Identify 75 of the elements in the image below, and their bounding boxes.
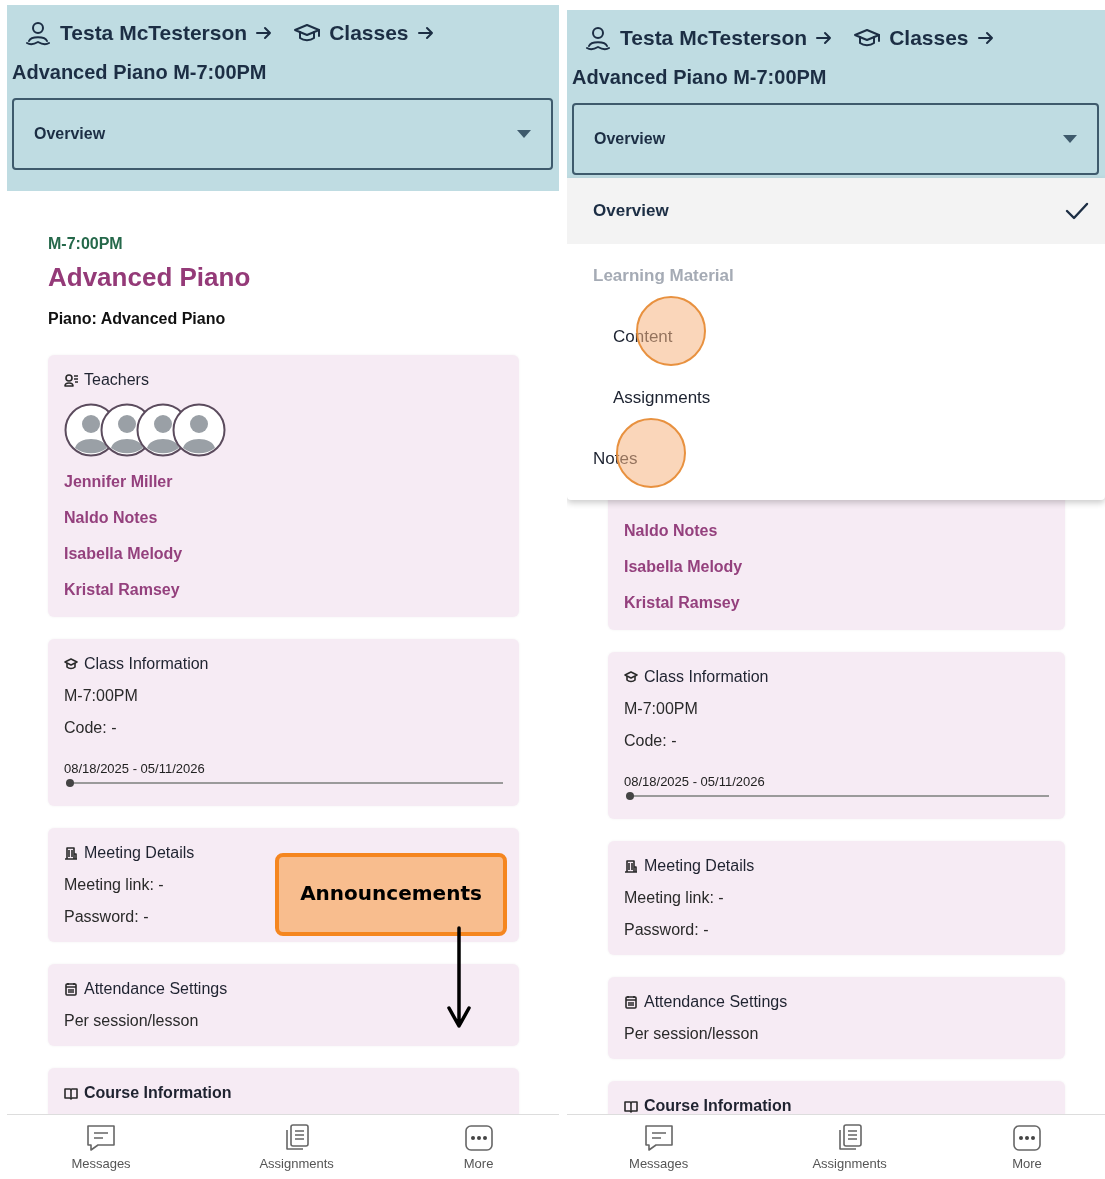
book-icon bbox=[64, 1086, 78, 1100]
arrow-icon bbox=[446, 926, 472, 1030]
card-title: Meeting Details bbox=[644, 857, 755, 875]
menu-group-label: Learning Material bbox=[592, 265, 735, 287]
page-title: Advanced Piano M-7:00PM bbox=[572, 66, 828, 89]
graduation-cap-icon bbox=[64, 657, 78, 671]
info-text: Per session/lesson bbox=[624, 1025, 759, 1043]
class-title: Advanced Piano bbox=[48, 262, 252, 293]
info-text: Meeting link: - bbox=[624, 889, 724, 907]
arrow-icon bbox=[416, 24, 435, 42]
info-text: Code: - bbox=[624, 732, 677, 750]
more-icon bbox=[1010, 1123, 1043, 1153]
arrow-icon bbox=[815, 29, 834, 47]
section-dropdown[interactable]: Overview bbox=[572, 103, 1099, 175]
nav-tab[interactable]: Messages bbox=[629, 1123, 689, 1171]
chat-icon bbox=[642, 1123, 675, 1153]
graduation-cap-icon bbox=[624, 670, 638, 684]
card-title: Course Information bbox=[644, 1097, 792, 1114]
info-text: Meeting link: - bbox=[64, 876, 164, 894]
section-dropdown[interactable]: Overview bbox=[12, 98, 553, 170]
calendar-icon bbox=[624, 995, 638, 1009]
menu-option[interactable]: Overview bbox=[567, 178, 1105, 244]
breadcrumb-link[interactable]: Testa McTesterson bbox=[620, 26, 808, 50]
teacher-link[interactable]: Isabella Melody bbox=[64, 543, 183, 565]
caret-icon bbox=[517, 130, 531, 138]
check-icon bbox=[1065, 201, 1089, 221]
card-title: Meeting Details bbox=[84, 844, 195, 862]
class-time: M-7:00PM bbox=[48, 235, 124, 253]
card-title: Class Information bbox=[644, 668, 769, 686]
calendar-icon bbox=[64, 982, 78, 996]
page-title: Advanced Piano M-7:00PM bbox=[12, 61, 268, 84]
chat-icon bbox=[85, 1123, 117, 1153]
book-icon bbox=[624, 1099, 638, 1113]
class-subject: Piano: Advanced Piano bbox=[48, 310, 227, 328]
nav-tab[interactable]: More bbox=[1010, 1123, 1043, 1171]
teacher-link[interactable]: Kristal Ramsey bbox=[624, 592, 740, 614]
info-text: Code: - bbox=[64, 719, 117, 737]
breadcrumb-link[interactable]: Testa McTesterson bbox=[60, 21, 248, 45]
building-icon bbox=[64, 846, 78, 860]
teacher-link[interactable]: Kristal Ramsey bbox=[64, 579, 180, 601]
nav-tab[interactable]: Messages bbox=[71, 1123, 131, 1171]
person-icon bbox=[584, 24, 612, 52]
arrow-icon bbox=[976, 29, 995, 47]
dropdown-value: Overview bbox=[34, 125, 106, 143]
card-title: Attendance Settings bbox=[84, 980, 228, 998]
teacher-link[interactable]: Isabella Melody bbox=[624, 556, 743, 578]
nav-tab[interactable]: More bbox=[462, 1123, 495, 1171]
menu-option[interactable]: Assignments bbox=[567, 367, 1105, 428]
info-text: Password: - bbox=[624, 921, 709, 939]
info-text: M-7:00PM bbox=[624, 700, 698, 718]
nav-tab[interactable]: Assignments bbox=[259, 1123, 334, 1171]
caret-icon bbox=[1063, 135, 1077, 143]
info-text: Password: - bbox=[64, 908, 149, 926]
arrow-icon bbox=[255, 24, 274, 42]
card-title: Class Information bbox=[84, 655, 209, 673]
nav-tab[interactable]: Assignments bbox=[812, 1123, 887, 1171]
breadcrumb-link[interactable]: Classes bbox=[889, 26, 969, 50]
callout-label: Announcements bbox=[275, 853, 507, 936]
dropdown-value: Overview bbox=[594, 130, 666, 148]
teacher-icon bbox=[64, 373, 78, 387]
card-title: Teachers bbox=[84, 371, 149, 389]
building-icon bbox=[624, 859, 638, 873]
info-text: Per session/lesson bbox=[64, 1012, 199, 1030]
card-title: Attendance Settings bbox=[644, 993, 788, 1011]
avatar bbox=[172, 403, 226, 457]
teacher-link[interactable]: Naldo Notes bbox=[624, 520, 718, 542]
date-range: 08/18/2025 - 05/11/2026 bbox=[624, 774, 765, 789]
person-icon bbox=[24, 19, 52, 47]
more-icon bbox=[462, 1123, 495, 1153]
info-text: M-7:00PM bbox=[64, 687, 138, 705]
teacher-link[interactable]: Jennifer Miller bbox=[64, 471, 173, 493]
teacher-link[interactable]: Naldo Notes bbox=[64, 507, 158, 529]
breadcrumb-link[interactable]: Classes bbox=[329, 21, 409, 45]
card-title: Course Information bbox=[84, 1084, 232, 1102]
date-range: 08/18/2025 - 05/11/2026 bbox=[64, 761, 205, 776]
